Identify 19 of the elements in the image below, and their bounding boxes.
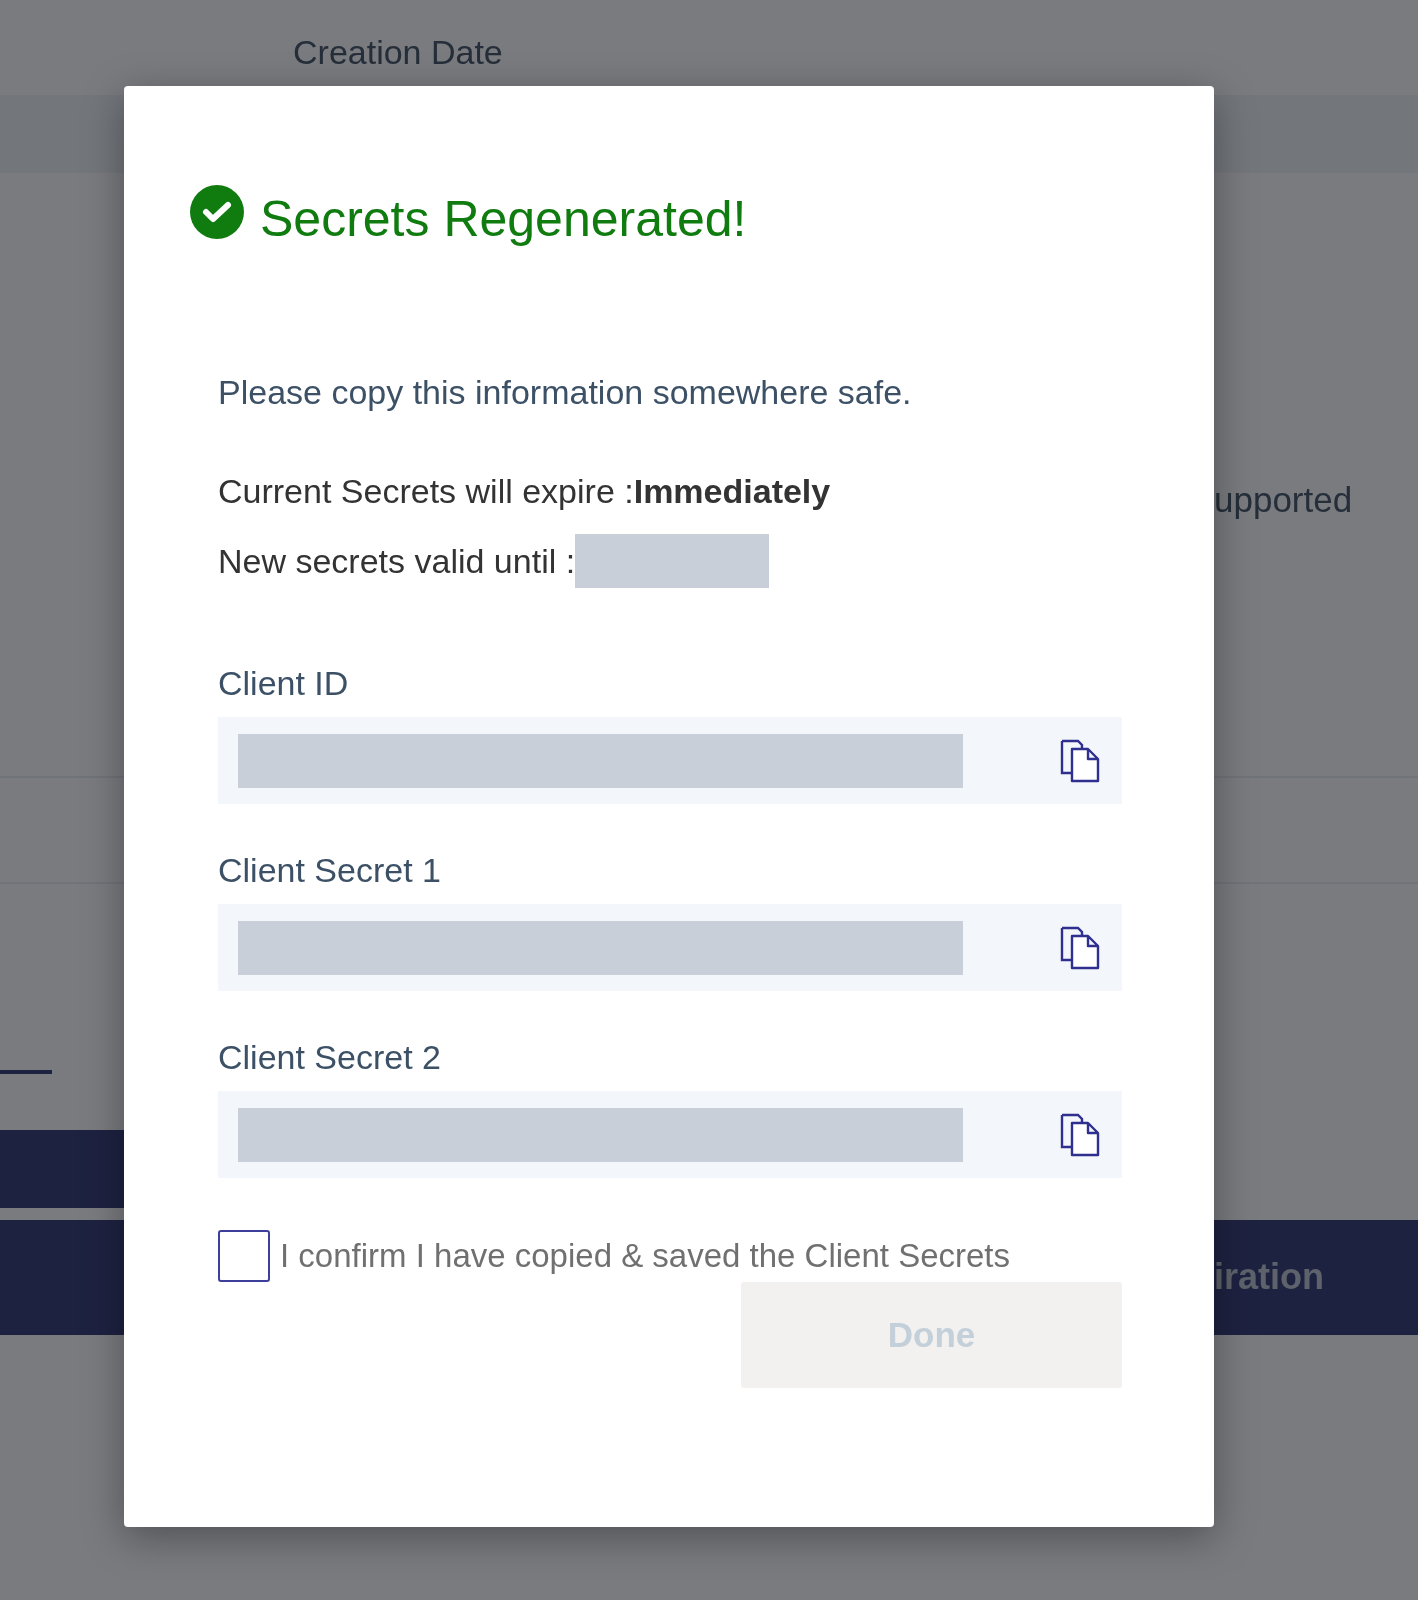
- background-text: iration: [1214, 1256, 1324, 1298]
- valid-until-label: New secrets valid until :: [218, 541, 576, 582]
- secret-field[interactable]: [218, 904, 1122, 991]
- field-label: Client Secret 2: [218, 1037, 442, 1078]
- background-text: upported: [1214, 480, 1353, 520]
- dialog-title: Secrets Regenerated!: [260, 190, 747, 249]
- field-label: Client Secret 1: [218, 850, 442, 891]
- copy-icon[interactable]: [1060, 738, 1100, 783]
- instruction-text: Please copy this information somewhere safe.: [218, 372, 913, 413]
- check-circle-icon: [190, 185, 244, 239]
- copy-icon[interactable]: [1060, 1112, 1100, 1157]
- checkbox[interactable]: [218, 1230, 270, 1282]
- column-header: Creation Date: [293, 33, 503, 72]
- copy-icon[interactable]: [1060, 925, 1100, 970]
- checkbox-label: I confirm I have copied & saved the Client Secrets: [280, 1237, 1011, 1275]
- secret-field[interactable]: [218, 1091, 1122, 1178]
- expiry-text: Current Secrets will expire :Immediately: [218, 471, 832, 512]
- secret-field[interactable]: [218, 717, 1122, 804]
- field-label: Client ID: [218, 663, 350, 704]
